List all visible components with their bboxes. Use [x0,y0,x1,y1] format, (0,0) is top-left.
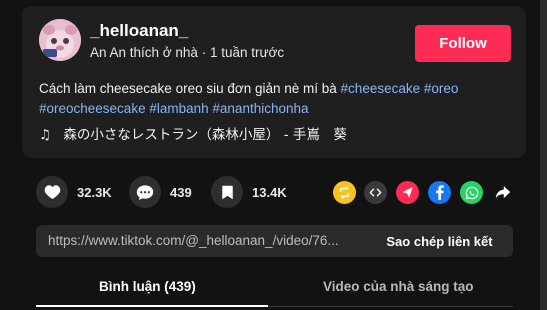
whatsapp-share-button[interactable] [460,181,483,204]
author-subline: An An thích ở nhà · 1 tuần trước [90,45,284,60]
repost-icon [339,186,350,199]
send-button[interactable] [396,181,419,204]
send-icon [402,187,413,198]
copy-link-button[interactable]: Sao chép liên kết [366,225,513,257]
like-stat: 32.3K [36,176,112,208]
comment-button[interactable] [129,176,161,208]
music-note-icon: ♫ [39,127,52,143]
bookmark-icon [221,185,233,199]
save-stat: 13.4K [211,176,287,208]
follow-button[interactable]: Follow [415,25,511,62]
video-info-card: _helloanan_ An An thích ở nhà · 1 tuần t… [22,6,526,158]
facebook-icon [436,185,444,200]
music-info[interactable]: ♫ 森の小さなレストラン（森林小屋） - 手嶌 葵 [39,123,347,143]
active-tab-indicator [36,305,268,307]
like-button[interactable] [36,176,68,208]
embed-icon [369,188,382,197]
scrollbar-track[interactable] [540,0,547,310]
comment-count: 439 [170,184,192,200]
post-time: 1 tuần trước [209,45,285,60]
whatsapp-icon [465,186,478,199]
like-count: 32.3K [77,184,112,200]
heart-icon [44,185,60,200]
hashtag-link[interactable]: #oreo [424,81,459,96]
share-link-url[interactable]: https://www.tiktok.com/@_helloanan_/vide… [48,233,370,248]
save-button[interactable] [211,176,243,208]
author-display-name[interactable]: An An thích ở nhà [90,45,198,60]
avatar-image [39,19,81,61]
hashtag-link[interactable]: #cheesecake [341,81,421,96]
comment-stat: 439 [129,176,192,208]
avatar[interactable] [39,19,81,61]
hashtag-link[interactable]: #lambanh [149,101,208,116]
facebook-share-button[interactable] [428,181,451,204]
video-description: Cách làm cheesecake oreo siu đơn giản nè… [39,79,514,119]
tab-comments[interactable]: Bình luận (439) [99,279,196,294]
subline-separator: · [201,45,207,60]
share-link-box: https://www.tiktok.com/@_helloanan_/vide… [36,225,513,257]
comment-icon [136,184,154,200]
repost-button[interactable] [333,181,356,204]
music-title[interactable]: 森の小さなレストラン（森林小屋） - 手嶌 葵 [63,127,346,143]
hashtag-link[interactable]: #ananthichonha [212,101,308,116]
save-count: 13.4K [252,184,287,200]
share-arrow-icon [495,186,510,199]
hashtag-link[interactable]: #oreocheesecake [39,101,146,116]
tab-creator-videos[interactable]: Video của nhà sáng tạo [323,279,474,294]
description-text: Cách làm cheesecake oreo siu đơn giản nè… [39,81,337,96]
more-share-button[interactable] [491,181,514,204]
author-username[interactable]: _helloanan_ [90,21,188,41]
embed-button[interactable] [364,181,387,204]
